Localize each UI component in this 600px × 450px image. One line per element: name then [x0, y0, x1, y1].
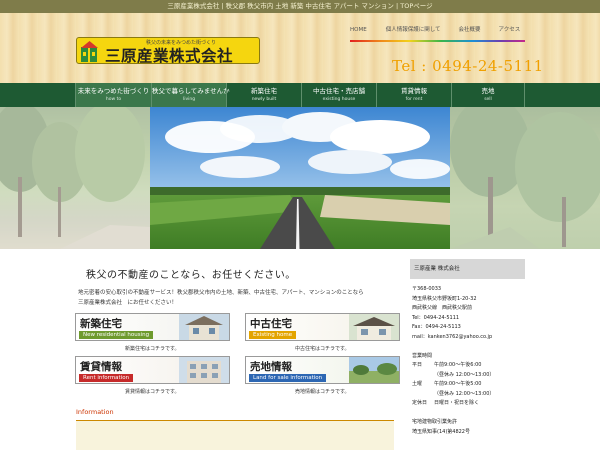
nav-sublabel: sell — [484, 97, 492, 102]
sidebar-company-info: 〒368-0033 埼玉県秩父市野坂町1-20-32 西武秩父線 西武秩父駅前 … — [412, 285, 532, 437]
intro-line: 地元密着の安心取引の不動産サービス！秩父郡秩父市内の土地、新築、中古住宅、アパー… — [78, 290, 364, 296]
nav-label: 賃貸情報 — [401, 87, 427, 95]
hero-left-fade — [0, 107, 150, 249]
nav-sublabel: existing house — [322, 97, 356, 102]
banner-title: 新築住宅 — [80, 318, 122, 330]
nav-used-houses[interactable]: 中古住宅・売店舗 existing house — [301, 83, 376, 107]
banner-caption: 賃貸情報はコチラです。 — [125, 389, 180, 395]
nearest-station: 西武秩父線 西武秩父駅前 — [412, 305, 473, 311]
country-road-image — [150, 107, 450, 249]
catch-copy: 秩父の不動産のことなら、お任せください。 — [86, 270, 296, 281]
hours-time: （昼休み 12:00～13:00） — [434, 390, 495, 397]
hours-row: （昼休み 12:00～13:00） — [412, 390, 532, 400]
house-photo-icon — [349, 314, 399, 340]
postal-code: 〒368-0033 — [412, 286, 442, 292]
fax-number: Fax：0494-24-5113 — [412, 324, 461, 330]
nav-new-houses[interactable]: 新築住宅 newly built — [226, 83, 301, 107]
hours-time: 午前9:00～午後6:00 — [434, 362, 482, 368]
address: 埼玉県秩父市野坂町1-20-32 — [412, 295, 477, 302]
company-logo[interactable]: 秩父の未来をみつめた街づくり 三原産業株式会社 — [76, 37, 260, 65]
nav-rentals[interactable]: 賃貸情報 for rent — [376, 83, 451, 107]
tree-lined-road-image — [0, 107, 150, 249]
banner-title: 中古住宅 — [250, 318, 292, 330]
banner-caption: 中古住宅はコチラです。 — [295, 346, 350, 352]
top-nav-company[interactable]: 会社概要 — [459, 26, 481, 40]
hours-row: （昼休み 12:00～13:00） — [412, 371, 532, 381]
license-number: 埼玉県知事(14)第4822号 — [412, 428, 470, 435]
hero-right-fade — [450, 107, 600, 249]
banner-subtitle: Existing home — [249, 331, 297, 339]
banner-subtitle: Rent information — [79, 374, 134, 382]
nav-sublabel: living — [182, 97, 196, 102]
intro-text: 地元密着の安心取引の不動産サービス！秩父郡秩父市内の土地、新築、中古住宅、アパー… — [78, 288, 364, 308]
business-hours-title: 営業時間 — [412, 352, 433, 359]
nav-label: 売地 — [481, 87, 495, 95]
top-nav-home[interactable]: HOME — [350, 26, 367, 40]
hours-time: （昼休み 12:00～13:00） — [434, 371, 495, 378]
information-list — [76, 421, 394, 450]
nav-sublabel: newly built — [251, 97, 277, 102]
hours-day: 定休日 — [412, 400, 428, 406]
hours-row: 平日 午前9:00～午後6:00 — [412, 361, 532, 371]
nav-sublabel: how to — [105, 97, 122, 102]
phone-number[interactable]: Tel：0494-24-5111 — [412, 314, 532, 324]
banner-title: 賃貸情報 — [80, 361, 122, 373]
main-nav: 未来をみつめた街づくり how to 秩父で暮らしてみませんか living 新… — [0, 83, 600, 107]
land-photo-icon — [349, 357, 399, 383]
top-nav: HOME 個人情報保護に関して 会社概要 アクセス — [350, 26, 525, 40]
banner-subtitle: Land for sale information — [249, 374, 327, 382]
banner-caption: 売地情報はコチラです。 — [295, 389, 350, 395]
header-phone-number[interactable]: Tel : 0494-24-5111 — [392, 57, 544, 75]
new-houses-banner[interactable]: 新築住宅 New residential housing — [75, 313, 230, 341]
nav-label: 秩父で暮らしてみませんか — [152, 87, 230, 95]
apartment-photo-icon — [179, 357, 229, 383]
nav-label: 未来をみつめた街づくり — [77, 87, 150, 95]
hours-row: 土曜 午前9:00～午後5:00 — [412, 380, 532, 390]
nav-living[interactable]: 秩父で暮らしてみませんか living — [151, 83, 230, 107]
sidebar-company-title: 三原産業 株式会社 — [410, 259, 525, 279]
nav-land-for-sale[interactable]: 売地 sell — [451, 83, 525, 107]
header: 秩父の未来をみつめた街づくり 三原産業株式会社 HOME 個人情報保護に関して … — [0, 13, 600, 83]
forest-image — [450, 107, 600, 249]
land-for-sale-banner[interactable]: 売地情報 Land for sale information — [245, 356, 400, 384]
information-heading: Information — [76, 408, 114, 416]
hero-banner — [0, 107, 600, 249]
hours-row: 定休日 日曜日・祝日を除く — [412, 399, 532, 409]
nav-label: 新築住宅 — [251, 87, 277, 95]
intro-line: 三原産業株式会社 にお任せください！ — [78, 300, 178, 306]
banner-title: 売地情報 — [250, 361, 292, 373]
top-nav-access[interactable]: アクセス — [499, 26, 521, 40]
nav-town-planning[interactable]: 未来をみつめた街づくり how to — [75, 83, 151, 107]
hours-time: 午前9:00～午後5:00 — [434, 381, 482, 387]
rainbow-divider — [350, 40, 525, 42]
nav-sublabel: for rent — [405, 97, 423, 102]
house-photo-icon — [179, 314, 229, 340]
license-title: 宅地建物取引業免許 — [412, 419, 458, 425]
house-logo-icon — [81, 41, 98, 62]
logo-company-name: 三原産業株式会社 — [105, 46, 234, 65]
banner-caption: 新築住宅はコチラです。 — [125, 346, 180, 352]
email-address[interactable]: mail：kanken3762@yahoo.co.jp — [412, 333, 532, 343]
nav-label: 中古住宅・売店舗 — [313, 87, 365, 95]
top-strip: 三原産業株式会社 | 秩父郡 秩父市内 土地 新築 中古住宅 アパート マンショ… — [0, 0, 600, 13]
hours-day: 平日 — [412, 362, 423, 368]
banner-subtitle: New residential housing — [79, 331, 154, 339]
top-nav-privacy[interactable]: 個人情報保護に関して — [386, 26, 441, 40]
hours-time: 日曜日・祝日を除く — [434, 400, 480, 406]
hours-day: 土曜 — [412, 381, 423, 387]
rentals-banner[interactable]: 賃貸情報 Rent information — [75, 356, 230, 384]
used-houses-banner[interactable]: 中古住宅 Existing home — [245, 313, 400, 341]
